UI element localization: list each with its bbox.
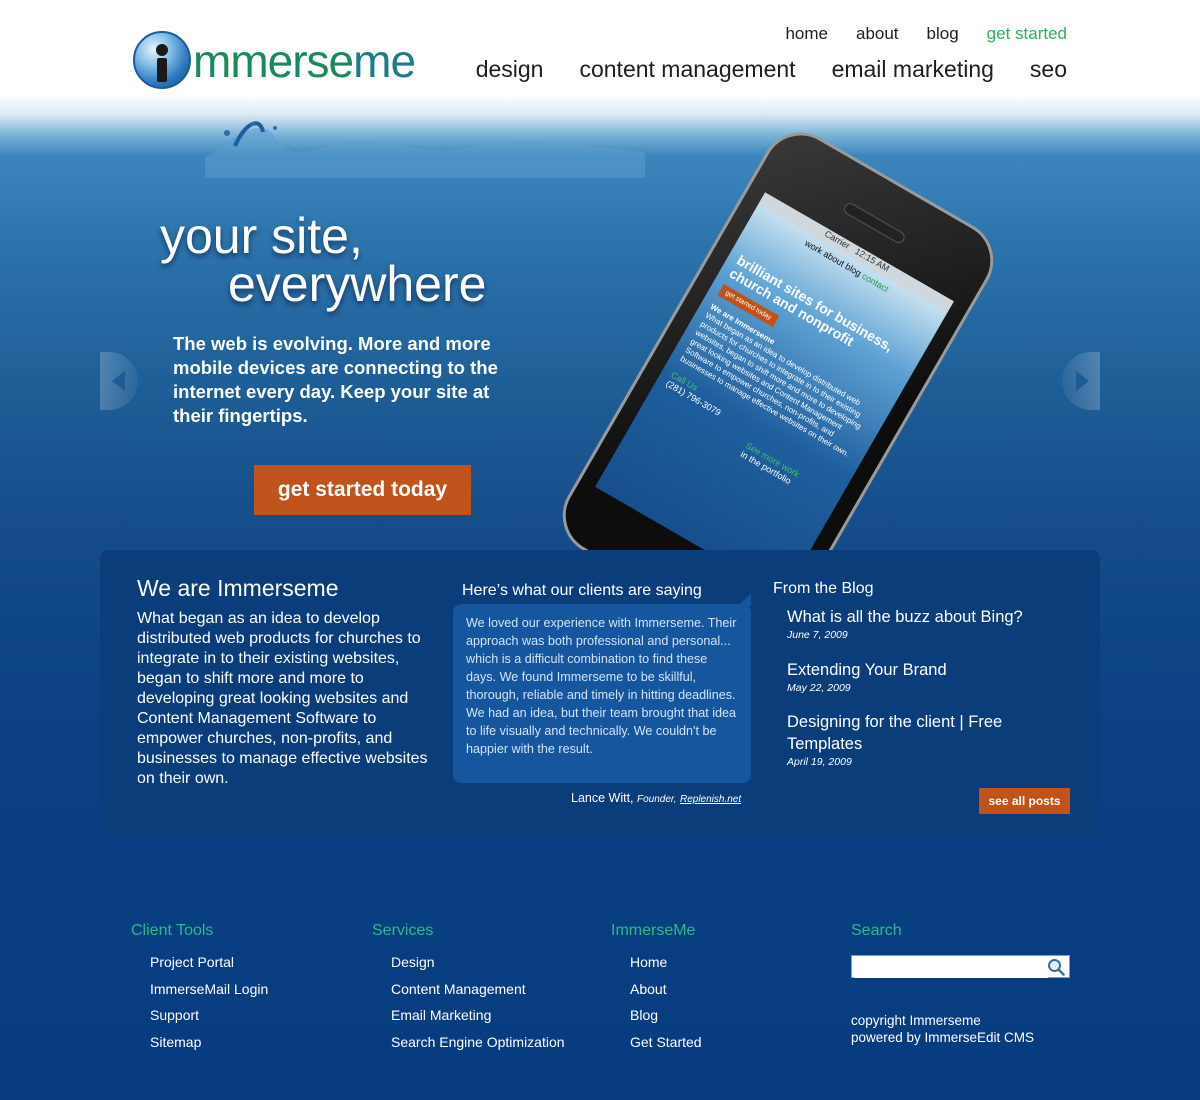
blog-post[interactable]: Designing for the client | Free Template… xyxy=(787,711,1047,768)
blog-post-title[interactable]: What is all the buzz about Bing? xyxy=(787,606,1023,628)
logo-i-icon xyxy=(133,31,191,89)
nav-home[interactable]: home xyxy=(785,24,828,44)
nav-about[interactable]: about xyxy=(856,24,899,44)
blog-post-date: June 7, 2009 xyxy=(787,629,848,641)
footer-link-project-portal[interactable]: Project Portal xyxy=(131,949,268,976)
slider-prev-button[interactable] xyxy=(100,352,138,410)
footer-heading: Services xyxy=(372,922,434,939)
nav-blog[interactable]: blog xyxy=(927,24,959,44)
blog-post-title[interactable]: Extending Your Brand xyxy=(787,659,947,681)
footer-link-sitemap[interactable]: Sitemap xyxy=(131,1029,268,1056)
slider-next-button[interactable] xyxy=(1062,352,1100,410)
get-started-today-button[interactable]: get started today xyxy=(254,465,471,515)
top-nav: home about blog get started xyxy=(785,24,1067,44)
footer-heading: Client Tools xyxy=(131,922,214,939)
footer-heading: ImmerseMe xyxy=(611,922,696,939)
nav-email-marketing[interactable]: email marketing xyxy=(832,56,994,83)
logo-wordmark: mmerseme xyxy=(193,35,416,87)
main-nav: design content management email marketin… xyxy=(476,56,1067,83)
footer-link-seo[interactable]: Search Engine Optimization xyxy=(372,1029,565,1056)
blog-post-title[interactable]: Designing for the client | Free Template… xyxy=(787,711,1047,755)
about-heading: We are Immerseme xyxy=(137,575,339,601)
footer-link-home[interactable]: Home xyxy=(611,949,702,976)
footer-link-about[interactable]: About xyxy=(611,976,702,1003)
nav-design[interactable]: design xyxy=(476,56,544,83)
nav-get-started[interactable]: get started xyxy=(987,24,1067,44)
blog-heading: From the Blog xyxy=(773,580,874,597)
blog-post[interactable]: Extending Your Brand May 22, 2009 xyxy=(787,659,947,694)
testimonial-heading: Here’s what our clients are saying xyxy=(462,582,702,599)
footer-immerseme: ImmerseMe Home About Blog Get Started xyxy=(611,922,702,1055)
site-logo[interactable]: mmerseme xyxy=(133,28,416,92)
footer-client-tools: Client Tools Project Portal ImmerseMail … xyxy=(131,922,268,1055)
replenish-link[interactable]: Replenish.net xyxy=(680,794,741,805)
phone-illustration: Carrier 12:15 AM work about blog contact… xyxy=(520,110,1040,550)
footer-copyright: copyright Immerseme powered by ImmerseEd… xyxy=(851,1013,1035,1045)
footer-link-support[interactable]: Support xyxy=(131,1002,268,1029)
testimonial-quote: We loved our experience with Immerseme. … xyxy=(453,604,751,783)
phone-screen: Carrier 12:15 AM work about blog contact… xyxy=(595,192,954,550)
chevron-left-icon xyxy=(112,371,125,391)
nav-seo[interactable]: seo xyxy=(1030,56,1067,83)
footer-link-blog[interactable]: Blog xyxy=(611,1002,702,1029)
footer-link-email-marketing[interactable]: Email Marketing xyxy=(372,1002,565,1029)
hero-title: your site, everywhere xyxy=(160,208,487,312)
footer-link-get-started[interactable]: Get Started xyxy=(611,1029,702,1056)
hero-text: The web is evolving. More and more mobil… xyxy=(173,333,498,426)
footer-heading: Search xyxy=(851,922,902,939)
testimonial-attribution: Lance Witt, Founder, Replenish.net xyxy=(571,791,742,805)
phone-device: Carrier 12:15 AM work about blog contact… xyxy=(548,117,1008,550)
footer-link-immersemail-login[interactable]: ImmerseMail Login xyxy=(131,976,268,1003)
search-icon[interactable] xyxy=(1047,958,1065,976)
search-field xyxy=(851,955,1070,978)
blog-post-date: May 22, 2009 xyxy=(787,682,851,694)
see-all-posts-button[interactable]: see all posts xyxy=(979,788,1070,814)
footer-link-design[interactable]: Design xyxy=(372,949,565,976)
blog-post-date: April 19, 2009 xyxy=(787,756,852,768)
footer-search: Search xyxy=(851,922,902,949)
chevron-right-icon xyxy=(1076,371,1089,391)
search-input[interactable] xyxy=(854,957,1048,978)
about-text: What began as an idea to develop distrib… xyxy=(137,610,428,787)
footer-link-content-management[interactable]: Content Management xyxy=(372,976,565,1003)
nav-content-management[interactable]: content management xyxy=(579,56,795,83)
blog-post[interactable]: What is all the buzz about Bing? June 7,… xyxy=(787,606,1023,641)
footer-services: Services Design Content Management Email… xyxy=(372,922,565,1055)
